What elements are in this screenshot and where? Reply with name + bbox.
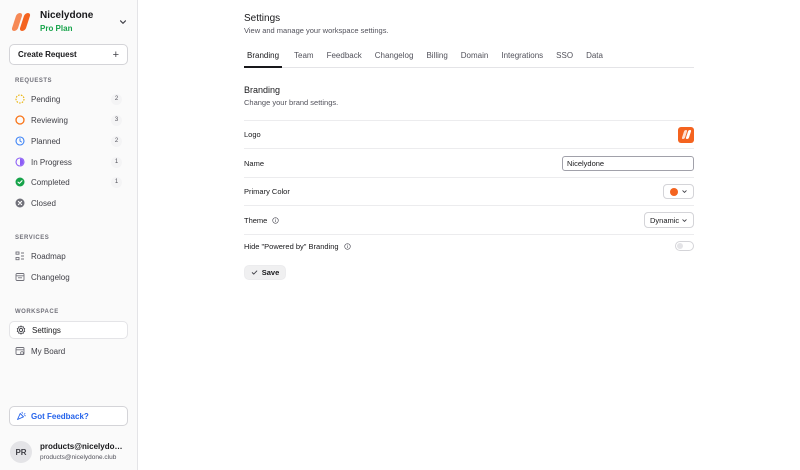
megaphone-icon bbox=[17, 411, 26, 420]
in-progress-icon bbox=[15, 157, 25, 167]
chevron-down-icon bbox=[682, 218, 687, 222]
plus-icon: + bbox=[112, 48, 119, 61]
user-name: products@nicelydone.... bbox=[40, 442, 126, 451]
sidebar-item-label: Planned bbox=[31, 136, 61, 146]
count-badge: 1 bbox=[111, 156, 122, 168]
tab-branding[interactable]: Branding bbox=[244, 51, 283, 68]
org-name: Nicelydone bbox=[40, 10, 94, 21]
primary-color-row: Primary Color bbox=[244, 177, 694, 205]
tab-sso[interactable]: SSO bbox=[555, 51, 574, 68]
logo-row: Logo bbox=[244, 120, 694, 148]
check-icon bbox=[251, 270, 257, 275]
primary-color-picker[interactable] bbox=[663, 184, 694, 199]
closed-x-icon bbox=[15, 198, 25, 208]
count-badge: 2 bbox=[111, 135, 122, 147]
completed-check-icon bbox=[15, 177, 25, 187]
board-icon bbox=[15, 346, 25, 356]
info-icon[interactable] bbox=[272, 216, 279, 224]
info-icon[interactable] bbox=[343, 242, 351, 250]
sidebar-item-label: Completed bbox=[31, 177, 70, 187]
count-badge: 3 bbox=[111, 114, 122, 126]
count-badge: 2 bbox=[111, 93, 122, 105]
settings-tabs: Branding Team Feedback Changelog Billing… bbox=[244, 51, 694, 68]
sidebar: Nicelydone Pro Plan Create Request + REQ… bbox=[0, 0, 138, 470]
user-email: products@nicelydone.club bbox=[40, 454, 117, 461]
sidebar-item-roadmap[interactable]: Roadmap bbox=[9, 247, 128, 265]
roadmap-icon bbox=[15, 251, 25, 261]
sidebar-item-my-board[interactable]: My Board bbox=[9, 342, 128, 360]
sidebar-item-label: Changelog bbox=[31, 272, 70, 282]
page-subtitle: View and manage your workspace settings. bbox=[244, 26, 389, 35]
sidebar-item-label: My Board bbox=[31, 346, 66, 356]
section-label-services: SERVICES bbox=[15, 235, 50, 241]
sidebar-item-settings[interactable]: Settings bbox=[9, 321, 128, 339]
tab-team[interactable]: Team bbox=[293, 51, 315, 68]
page-title: Settings bbox=[244, 13, 281, 24]
primary-color-label: Primary Color bbox=[244, 187, 290, 196]
logo-upload-button[interactable] bbox=[678, 126, 694, 143]
count-badge: 1 bbox=[111, 176, 122, 188]
workspace-switcher[interactable]: Nicelydone Pro Plan bbox=[10, 8, 128, 36]
powered-by-toggle[interactable] bbox=[675, 241, 694, 251]
sidebar-item-label: Reviewing bbox=[31, 115, 68, 125]
create-request-button[interactable]: Create Request + bbox=[9, 44, 128, 65]
theme-row: Theme Dynamic bbox=[244, 205, 694, 234]
sidebar-item-changelog[interactable]: Changelog bbox=[9, 268, 128, 286]
section-label-workspace: WORKSPACE bbox=[15, 309, 59, 315]
sidebar-item-planned[interactable]: Planned 2 bbox=[9, 132, 128, 150]
theme-value: Dynamic bbox=[650, 215, 680, 225]
theme-label: Theme bbox=[244, 215, 268, 225]
name-row: Name bbox=[244, 148, 694, 177]
reviewing-status-icon bbox=[15, 115, 25, 125]
user-profile[interactable]: PR products@nicelydone.... products@nice… bbox=[10, 440, 130, 464]
tab-data[interactable]: Data bbox=[585, 51, 604, 68]
sidebar-item-label: Settings bbox=[32, 325, 61, 335]
planned-clock-icon bbox=[15, 136, 25, 146]
changelog-icon bbox=[15, 272, 25, 282]
logo-label: Logo bbox=[244, 130, 261, 139]
gear-icon bbox=[16, 325, 26, 335]
tab-domain[interactable]: Domain bbox=[460, 51, 490, 68]
sidebar-item-reviewing[interactable]: Reviewing 3 bbox=[9, 111, 128, 129]
save-button[interactable]: Save bbox=[244, 265, 286, 280]
sidebar-item-completed[interactable]: Completed 1 bbox=[9, 173, 128, 191]
section-label-requests: REQUESTS bbox=[15, 78, 53, 84]
branding-subtitle: Change your brand settings. bbox=[244, 98, 339, 107]
got-feedback-button[interactable]: Got Feedback? bbox=[9, 406, 128, 426]
sidebar-item-label: In Progress bbox=[31, 157, 72, 167]
chevron-down-icon bbox=[119, 20, 127, 24]
sidebar-item-in-progress[interactable]: In Progress 1 bbox=[9, 153, 128, 171]
org-plan: Pro Plan bbox=[40, 24, 73, 33]
pending-status-icon bbox=[15, 94, 25, 104]
tab-integrations[interactable]: Integrations bbox=[500, 51, 544, 68]
powered-by-label: Hide "Powered by" Branding bbox=[244, 241, 339, 251]
avatar: PR bbox=[10, 441, 32, 463]
color-swatch bbox=[669, 187, 678, 196]
sidebar-item-label: Pending bbox=[31, 94, 61, 104]
sidebar-item-label: Roadmap bbox=[31, 251, 66, 261]
save-label: Save bbox=[261, 268, 280, 277]
tab-billing[interactable]: Billing bbox=[425, 51, 448, 68]
name-field[interactable] bbox=[562, 155, 694, 171]
branding-title: Branding bbox=[244, 85, 281, 95]
nicelydone-logo-icon bbox=[10, 11, 32, 33]
sidebar-item-label: Closed bbox=[31, 198, 56, 208]
sidebar-item-closed[interactable]: Closed bbox=[9, 194, 128, 212]
tab-feedback[interactable]: Feedback bbox=[326, 51, 363, 68]
powered-by-row: Hide "Powered by" Branding bbox=[244, 234, 694, 257]
create-request-label: Create Request bbox=[18, 50, 77, 59]
theme-select[interactable]: Dynamic bbox=[644, 212, 694, 228]
chevron-down-icon bbox=[681, 190, 687, 193]
tab-changelog[interactable]: Changelog bbox=[374, 51, 415, 68]
name-label: Name bbox=[244, 158, 265, 168]
got-feedback-label: Got Feedback? bbox=[31, 411, 89, 421]
sidebar-item-pending[interactable]: Pending 2 bbox=[9, 90, 128, 108]
